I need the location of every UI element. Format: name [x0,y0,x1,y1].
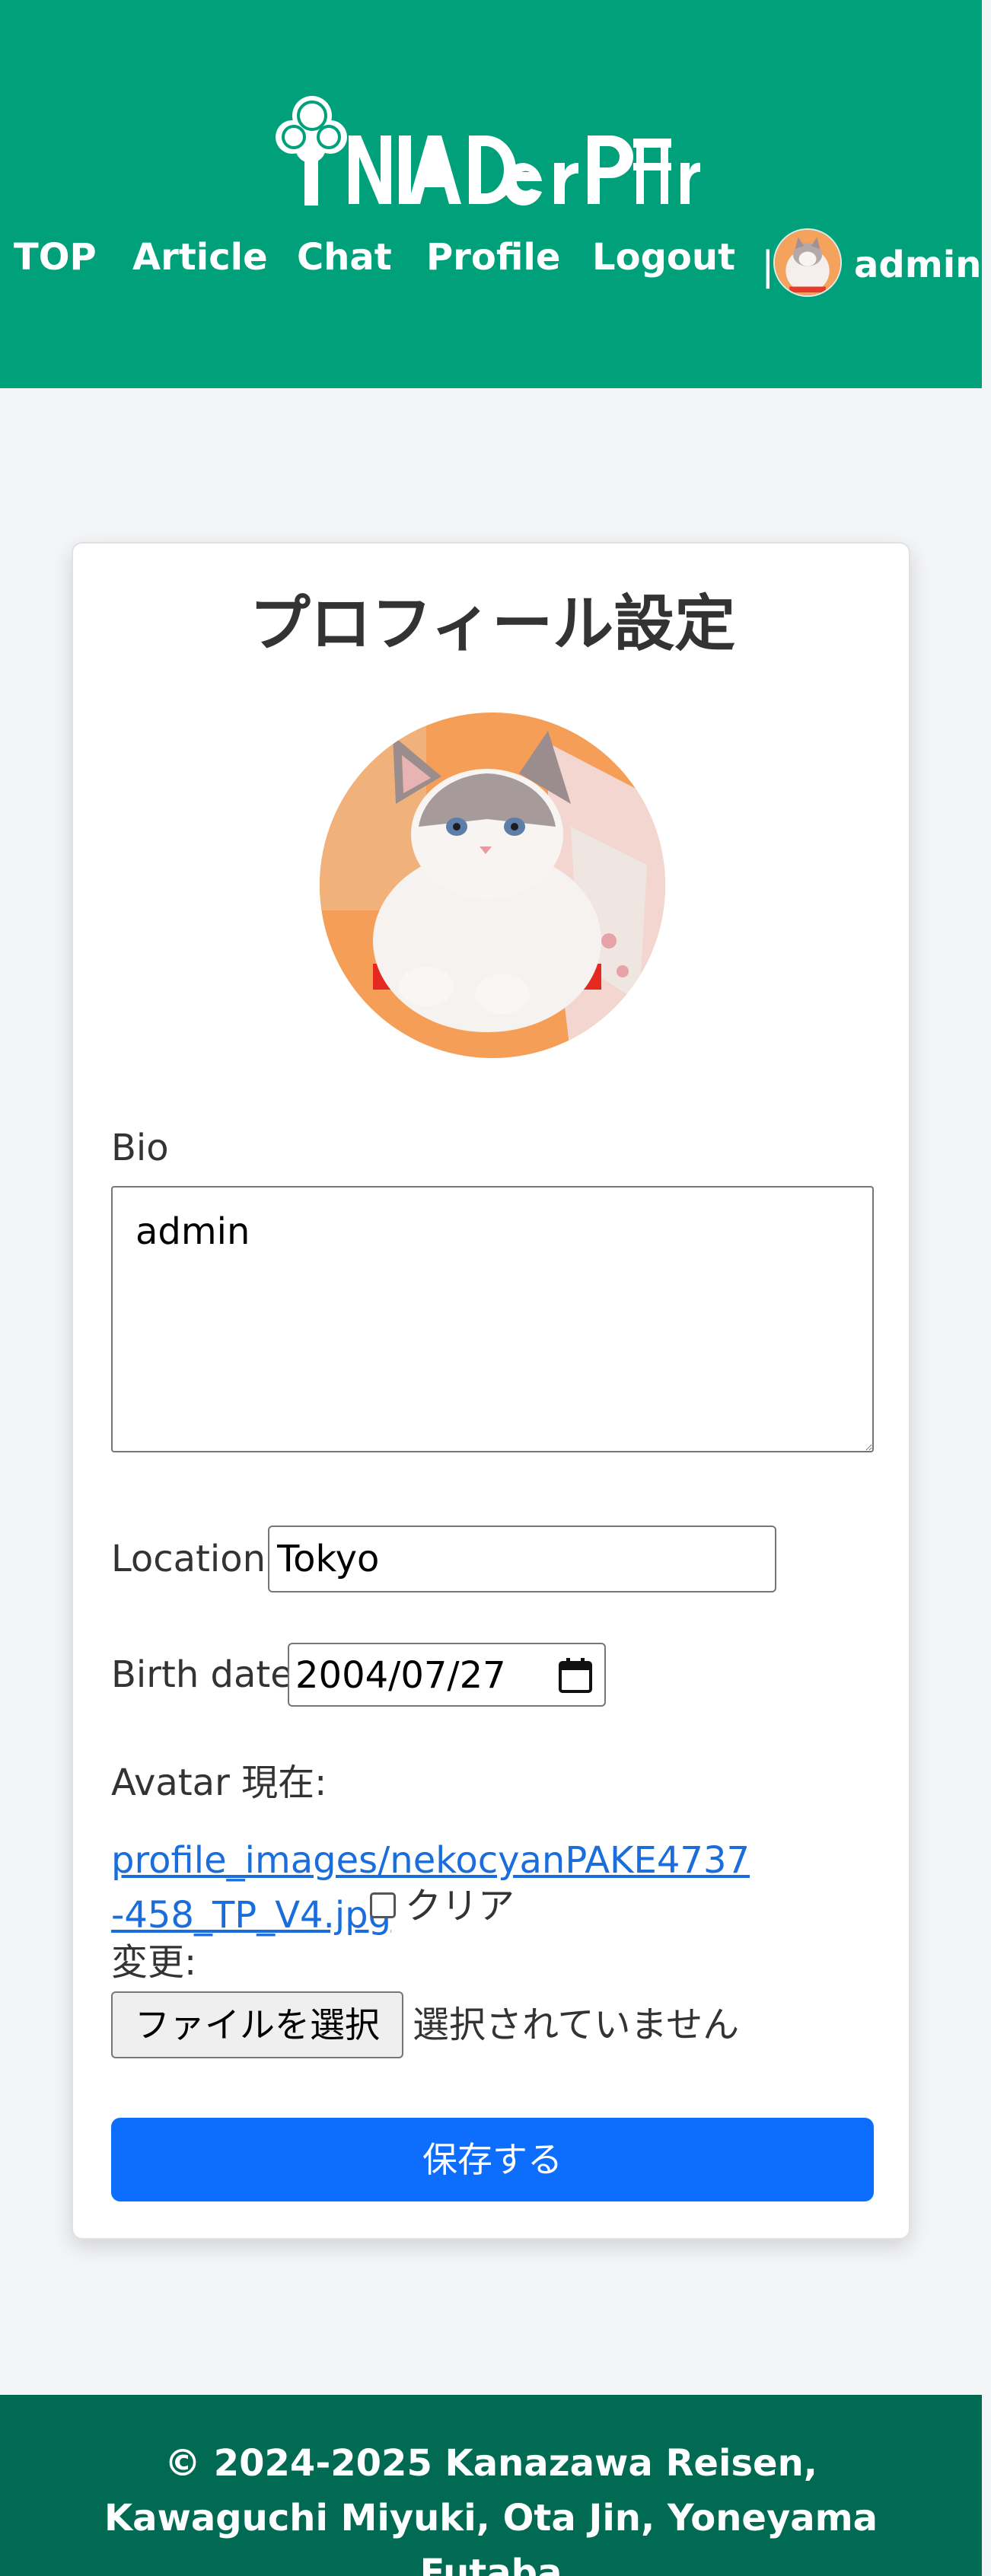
site-footer: © 2024-2025 Kanazawa Reisen, Kawaguchi M… [0,2395,982,2576]
profile-avatar-image [320,713,665,1058]
profile-settings-card: プロフィール設定 Bio admin Location Tokyo Birth … [72,542,910,2240]
nav-profile-link[interactable]: Profile [426,234,560,280]
nav-top-link[interactable]: TOP [14,234,97,280]
save-button[interactable]: 保存する [111,2118,874,2201]
nav-chat-link[interactable]: Chat [297,234,392,280]
site-logo[interactable] [276,90,703,209]
footer-copyright: © 2024-2025 Kanazawa Reisen, Kawaguchi M… [104,2442,878,2576]
avatar-change-label: 変更: [111,1941,197,1984]
calendar-icon[interactable] [557,1656,594,1694]
location-input[interactable] [268,1526,776,1592]
birth-date-input[interactable]: 2004/07/27 [288,1643,606,1707]
birth-date-label: Birth date [111,1653,293,1696]
user-avatar[interactable] [773,228,842,297]
nav-username[interactable]: admin [854,242,981,288]
file-status-text: 選択されていません [413,2004,740,2046]
main-nav: TOP Article Chat Profile Logout | admin [0,228,982,304]
bio-label: Bio [111,1127,169,1169]
nav-logout-link[interactable]: Logout [592,234,735,280]
choose-file-button[interactable]: ファイルを選択 [111,1991,403,2058]
clear-checkbox-label[interactable]: クリア [405,1883,515,1929]
site-header: TOP Article Chat Profile Logout | admin [0,0,982,388]
tree-icon [276,96,347,206]
nav-separator: | [761,244,775,289]
page-title: プロフィール設定 [249,588,736,659]
clear-checkbox[interactable] [370,1892,396,1918]
location-label: Location [111,1538,266,1580]
avatar-current-label: Avatar 現在: [111,1761,327,1804]
birth-date-value: 2004/07/27 [295,1654,506,1697]
bio-textarea[interactable]: admin [111,1186,874,1452]
nav-article-link[interactable]: Article [132,234,268,280]
